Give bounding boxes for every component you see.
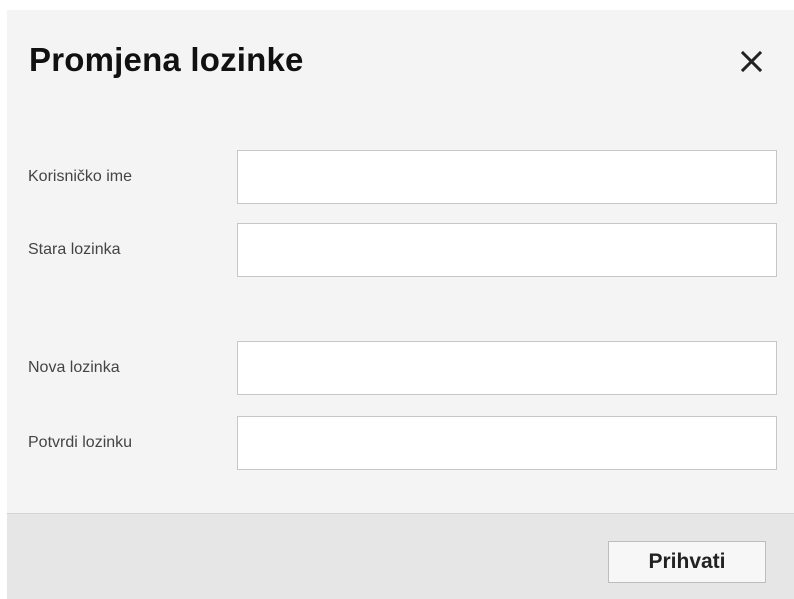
username-row: Korisničko ime	[7, 150, 794, 204]
confirm-password-input[interactable]	[237, 416, 777, 470]
new-password-label: Nova lozinka	[28, 359, 120, 376]
dialog-title: Promjena lozinke	[29, 41, 304, 78]
dialog-footer: Prihvati	[7, 513, 794, 599]
new-password-row: Nova lozinka	[7, 341, 794, 395]
confirm-password-label: Potvrdi lozinku	[28, 434, 133, 451]
old-password-label: Stara lozinka	[28, 241, 121, 258]
dialog-header: Promjena lozinke	[7, 10, 794, 110]
username-input[interactable]	[237, 150, 777, 204]
old-password-row: Stara lozinka	[7, 223, 794, 277]
confirm-password-row: Potvrdi lozinku	[7, 416, 794, 470]
old-password-input[interactable]	[237, 223, 777, 277]
new-password-input[interactable]	[237, 341, 777, 395]
close-button[interactable]	[735, 44, 769, 78]
username-label: Korisničko ime	[28, 168, 133, 185]
accept-button[interactable]: Prihvati	[608, 541, 766, 583]
change-password-dialog: Promjena lozinke Korisničko ime Stara lo…	[7, 10, 794, 599]
close-icon	[740, 50, 763, 73]
